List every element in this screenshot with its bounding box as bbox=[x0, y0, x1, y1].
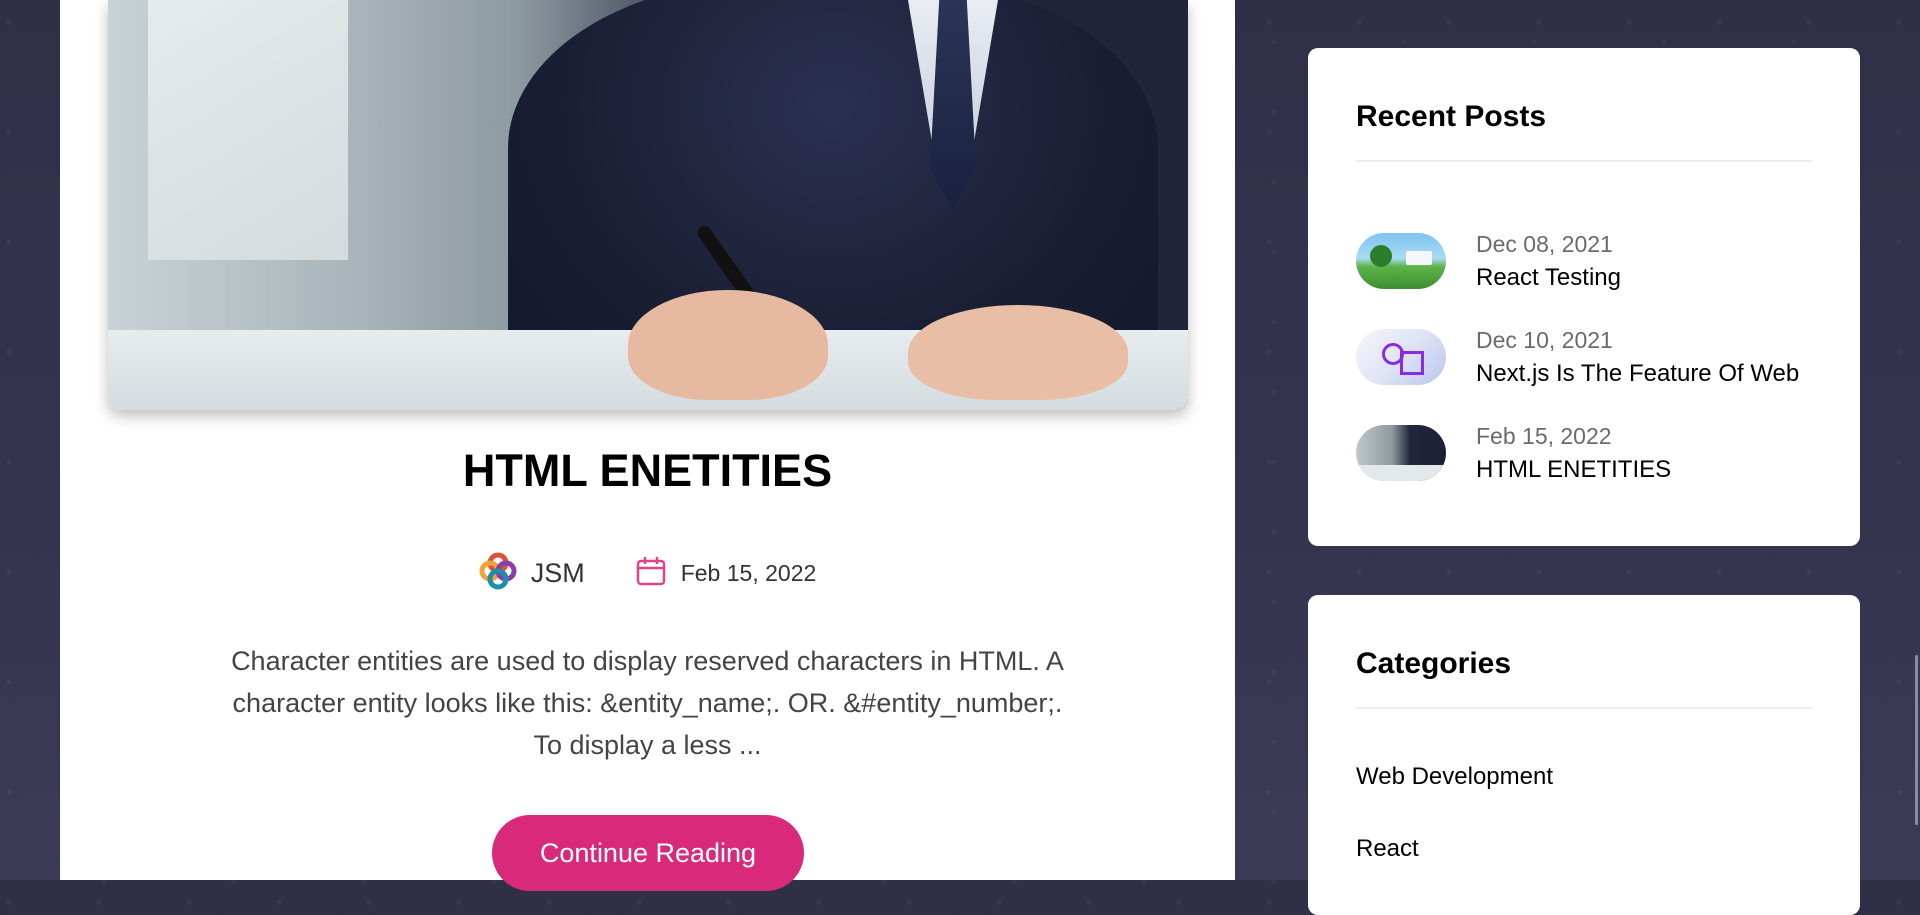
recent-post-title[interactable]: HTML ENETITIES bbox=[1476, 456, 1671, 484]
categories-widget: Categories Web Development React bbox=[1308, 595, 1860, 915]
category-link[interactable]: React bbox=[1356, 835, 1419, 863]
post-card: HTML ENETITIES JSM Feb 15, 2022 Characte… bbox=[60, 0, 1235, 891]
recent-post-title[interactable]: React Testing bbox=[1476, 264, 1621, 292]
scrollbar-thumb[interactable] bbox=[1915, 655, 1918, 825]
recent-post-date: Dec 08, 2021 bbox=[1476, 230, 1613, 257]
author-name[interactable]: JSM bbox=[531, 558, 585, 589]
categories-heading: Categories bbox=[1356, 647, 1512, 680]
post-title[interactable]: HTML ENETITIES bbox=[60, 445, 1235, 497]
post-date-text: Feb 15, 2022 bbox=[680, 560, 817, 586]
calendar-icon bbox=[635, 555, 667, 592]
author-avatar-icon bbox=[479, 552, 517, 595]
recent-post-date: Feb 15, 2022 bbox=[1476, 422, 1612, 449]
post-excerpt: Character entities are used to display r… bbox=[231, 646, 1064, 760]
category-link[interactable]: Web Development bbox=[1356, 763, 1553, 791]
divider bbox=[1356, 707, 1812, 709]
recent-posts-widget: Recent Posts Dec 08, 2021 React Testing … bbox=[1308, 48, 1860, 546]
recent-posts-heading: Recent Posts bbox=[1356, 100, 1547, 133]
post-thumbnail[interactable] bbox=[1356, 425, 1446, 481]
post-meta: JSM Feb 15, 2022 bbox=[60, 552, 1235, 595]
post-thumbnail[interactable] bbox=[1356, 329, 1446, 385]
recent-post-item[interactable]: Dec 08, 2021 React Testing bbox=[1356, 226, 1826, 296]
recent-post-item[interactable]: Feb 15, 2022 HTML ENETITIES bbox=[1356, 418, 1826, 488]
recent-post-item[interactable]: Dec 10, 2021 Next.js Is The Feature Of W… bbox=[1356, 322, 1826, 392]
page-scrollbar[interactable] bbox=[1912, 0, 1920, 880]
divider bbox=[1356, 160, 1812, 162]
recent-post-date: Dec 10, 2021 bbox=[1476, 326, 1613, 353]
recent-post-title[interactable]: Next.js Is The Feature Of Web bbox=[1476, 360, 1799, 388]
post-thumbnail[interactable] bbox=[1356, 233, 1446, 289]
author: JSM bbox=[479, 552, 585, 595]
post-date: Feb 15, 2022 bbox=[635, 555, 817, 592]
post-featured-image[interactable] bbox=[108, 0, 1188, 410]
